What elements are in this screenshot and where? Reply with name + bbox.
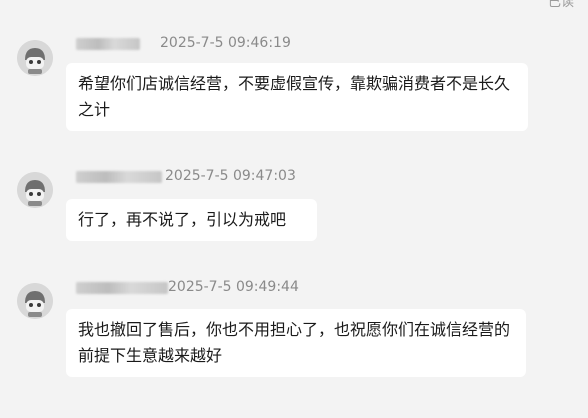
message-timestamp: 2025-7-5 09:49:44 — [168, 279, 299, 295]
sender-name-redacted — [76, 38, 140, 50]
message-timestamp: 2025-7-5 09:46:19 — [160, 35, 291, 51]
sender-name-redacted — [76, 282, 168, 294]
message-bubble: 我也撤回了售后，你也不用担心了，也祝愿你们在诚信经营的前提下生意越来越好 — [66, 309, 526, 377]
robot-avatar-icon[interactable] — [17, 40, 53, 76]
message-bubble: 行了，再不说了，引以为戒吧 — [66, 199, 317, 241]
robot-avatar-icon[interactable] — [17, 283, 53, 319]
sender-name-redacted — [76, 171, 162, 183]
read-status-label: 已读 — [547, 0, 574, 10]
robot-avatar-icon[interactable] — [17, 172, 53, 208]
message-bubble: 希望你们店诚信经营，不要虚假宣传，靠欺骗消费者不是长久之计 — [66, 63, 528, 131]
message-timestamp: 2025-7-5 09:47:03 — [165, 168, 296, 184]
